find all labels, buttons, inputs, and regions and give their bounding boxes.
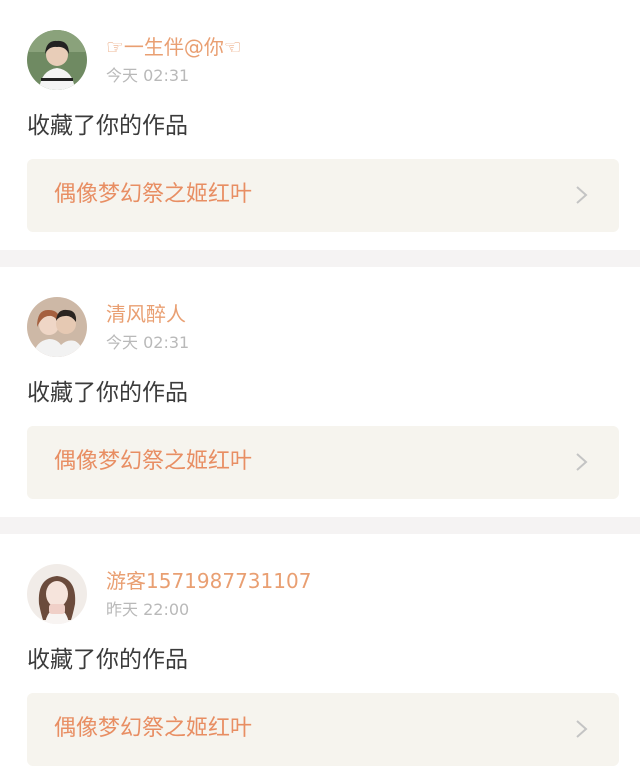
notification-card: 清风醉人 今天 02:31 收藏了你的作品 偶像梦幻祭之姬红叶 <box>0 267 640 517</box>
timestamp: 今天 02:31 <box>106 66 190 85</box>
notification-card: 游客1571987731107 昨天 22:00 收藏了你的作品 偶像梦幻祭之姬… <box>0 534 640 773</box>
timestamp: 今天 02:31 <box>106 333 190 352</box>
username[interactable]: ☞一生伴@你☜ <box>106 34 242 60</box>
divider <box>0 517 640 534</box>
work-link[interactable]: 偶像梦幻祭之姬红叶 <box>27 693 619 766</box>
action-text: 收藏了你的作品 <box>27 380 188 406</box>
action-text: 收藏了你的作品 <box>27 113 188 139</box>
username[interactable]: 游客1571987731107 <box>106 568 311 594</box>
avatar[interactable] <box>27 297 87 357</box>
avatar[interactable] <box>27 564 87 624</box>
work-title: 偶像梦幻祭之姬红叶 <box>54 449 253 474</box>
work-link[interactable]: 偶像梦幻祭之姬红叶 <box>27 426 619 499</box>
chevron-right-icon <box>576 453 588 471</box>
chevron-right-icon <box>576 720 588 738</box>
work-title: 偶像梦幻祭之姬红叶 <box>54 182 253 207</box>
chevron-right-icon <box>576 186 588 204</box>
work-title: 偶像梦幻祭之姬红叶 <box>54 716 253 741</box>
timestamp: 昨天 22:00 <box>106 600 190 619</box>
notification-card: ☞一生伴@你☜ 今天 02:31 收藏了你的作品 偶像梦幻祭之姬红叶 <box>0 0 640 250</box>
divider <box>0 250 640 267</box>
notification-feed: ☞一生伴@你☜ 今天 02:31 收藏了你的作品 偶像梦幻祭之姬红叶 清风醉人 … <box>0 0 640 773</box>
username[interactable]: 清风醉人 <box>106 301 186 327</box>
action-text: 收藏了你的作品 <box>27 647 188 673</box>
work-link[interactable]: 偶像梦幻祭之姬红叶 <box>27 159 619 232</box>
avatar[interactable] <box>27 30 87 90</box>
